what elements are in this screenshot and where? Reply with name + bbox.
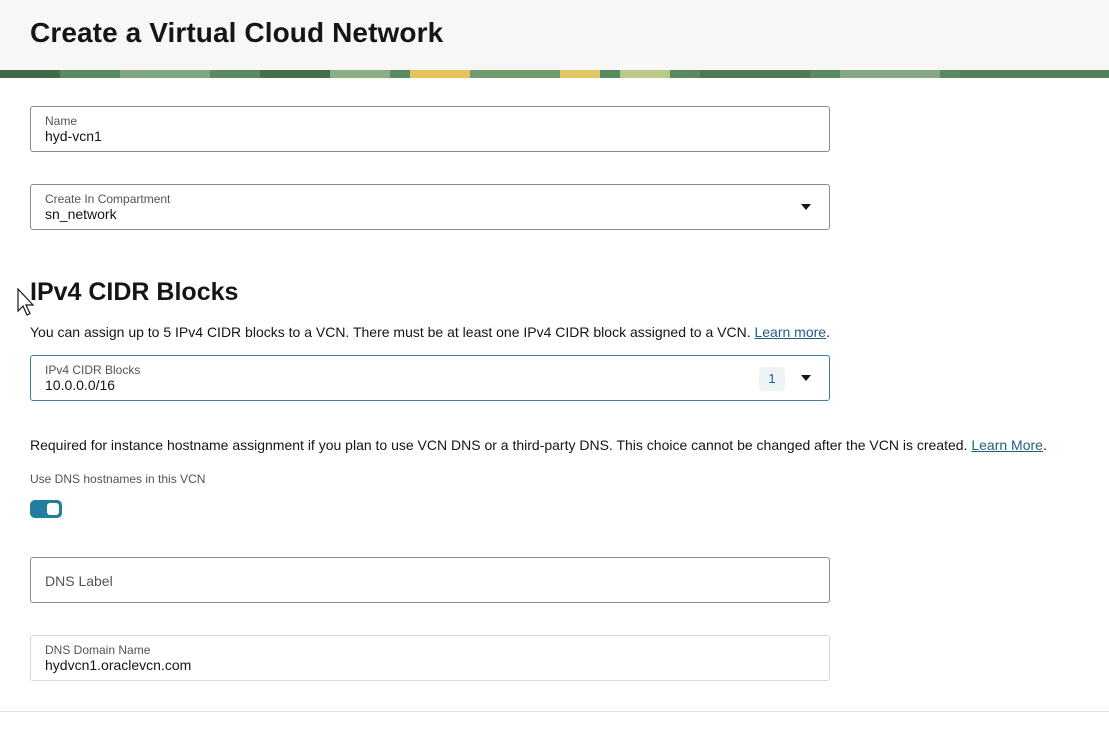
compartment-select-value: sn_network (45, 206, 117, 222)
mouse-pointer-icon (17, 288, 35, 316)
cidr-blocks-input[interactable]: IPv4 CIDR Blocks 10.0.0.0/16 1 (30, 355, 830, 401)
dns-domain-label: DNS Domain Name (45, 643, 151, 657)
dns-learn-more-link[interactable]: Learn More (971, 437, 1043, 453)
cidr-help-text: You can assign up to 5 IPv4 CIDR blocks … (30, 324, 830, 340)
cidr-section-title: IPv4 CIDR Blocks (30, 278, 239, 306)
dns-label-input[interactable]: DNS Label (30, 557, 830, 603)
page-header: Create a Virtual Cloud Network (0, 0, 1109, 70)
dns-domain-value: hydvcn1.oraclevcn.com (45, 657, 192, 673)
name-field-label: Name (45, 114, 78, 128)
dns-label-placeholder: DNS Label (45, 573, 113, 589)
name-field-value[interactable]: hyd-vcn1 (45, 128, 102, 144)
dns-help-suffix: . (1042, 437, 1047, 453)
compartment-select[interactable]: Create In Compartment sn_network (30, 184, 830, 230)
chevron-down-icon[interactable] (801, 204, 811, 210)
cidr-blocks-value[interactable]: 10.0.0.0/16 (45, 377, 115, 393)
compartment-select-label: Create In Compartment (45, 192, 171, 206)
cidr-learn-more-link[interactable]: Learn more (754, 324, 826, 340)
dns-help-text: Required for instance hostname assignmen… (30, 437, 1047, 453)
cidr-help-suffix: . (826, 324, 830, 340)
name-field[interactable]: Name hyd-vcn1 (30, 106, 830, 152)
chevron-down-icon[interactable] (801, 375, 811, 381)
page-title: Create a Virtual Cloud Network (30, 17, 444, 48)
dns-toggle-label: Use DNS hostnames in this VCN (30, 472, 206, 486)
toggle-knob (47, 503, 59, 515)
cidr-blocks-label: IPv4 CIDR Blocks (45, 363, 141, 377)
dns-hostnames-toggle[interactable] (30, 500, 62, 518)
cidr-help-body: You can assign up to 5 IPv4 CIDR blocks … (30, 324, 755, 340)
cidr-count-badge: 1 (759, 367, 785, 391)
decorative-banner (0, 70, 1109, 78)
divider (0, 711, 1109, 712)
dns-domain-field: DNS Domain Name hydvcn1.oraclevcn.com (30, 635, 830, 681)
dns-help-body: Required for instance hostname assignmen… (30, 437, 972, 453)
